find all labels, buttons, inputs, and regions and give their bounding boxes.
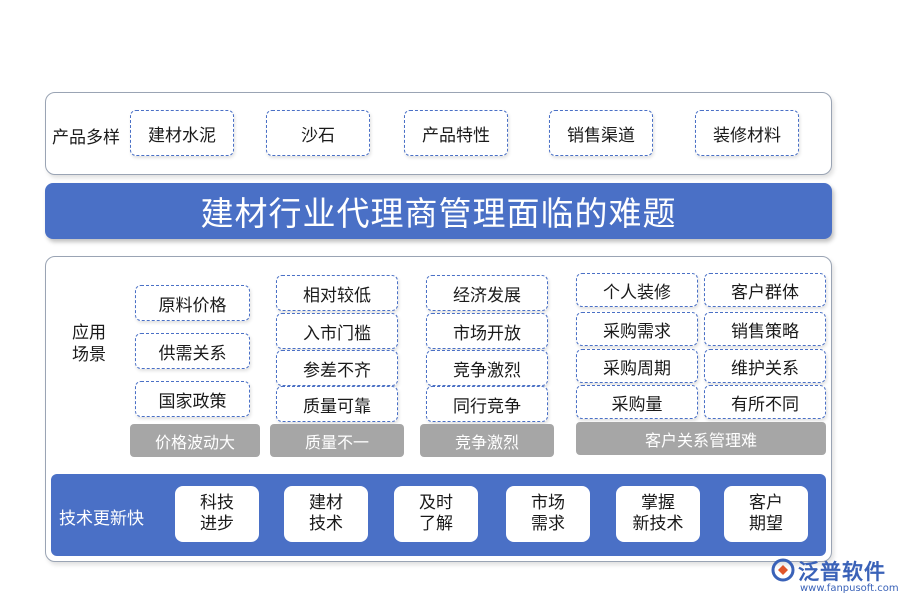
tech-item: 市场 需求	[506, 486, 590, 542]
tech-item-line1: 科技	[200, 493, 234, 513]
scenario-item: 竞争激烈	[426, 350, 548, 386]
logo-url: www.fanpusoft.com	[800, 583, 899, 594]
product-item: 装修材料	[695, 110, 799, 156]
category-quality-inconsistent: 质量不一	[270, 424, 404, 457]
tech-item: 科技 进步	[175, 486, 259, 542]
tech-item-line2: 期望	[749, 514, 783, 534]
scenario-item: 质量可靠	[276, 386, 398, 422]
tech-item: 掌握 新技术	[616, 486, 700, 542]
category-customer-relationship: 客户关系管理难	[576, 422, 826, 455]
product-diversity-label: 产品多样	[52, 128, 120, 148]
fanpu-logo: 泛普软件 www.fanpusoft.com	[770, 556, 899, 598]
tech-item-line2: 进步	[200, 514, 234, 534]
scenario-label-line1: 应用	[72, 323, 106, 343]
product-item: 建材水泥	[130, 110, 234, 156]
product-diversity-panel: 产品多样 建材水泥 沙石 产品特性 销售渠道 装修材料	[45, 92, 832, 175]
scenario-item: 客户群体	[704, 273, 826, 307]
tech-item-line2: 技术	[309, 514, 343, 534]
tech-item-line1: 客户	[749, 493, 783, 513]
tech-item-line2: 需求	[531, 514, 565, 534]
scenario-item: 参差不齐	[276, 350, 398, 386]
scenario-label: 应用 场景	[72, 322, 106, 366]
tech-item-line1: 及时	[419, 493, 453, 513]
scenario-item: 供需关系	[135, 333, 250, 369]
scenario-item: 采购需求	[576, 312, 698, 346]
scenario-item: 国家政策	[135, 381, 250, 417]
tech-update-label: 技术更新快	[59, 509, 144, 529]
scenario-item: 入市门槛	[276, 313, 398, 349]
tech-update-bar: 技术更新快 科技 进步 建材 技术 及时 了解 市场 需求 掌握 新技术 客户 …	[51, 474, 826, 556]
tech-item: 建材 技术	[284, 486, 368, 542]
scenario-item: 有所不同	[704, 385, 826, 419]
scenario-item: 原料价格	[135, 285, 250, 321]
scenario-item: 同行竞争	[426, 386, 548, 422]
category-price-fluctuation: 价格波动大	[130, 424, 260, 457]
category-fierce-competition: 竞争激烈	[420, 424, 554, 457]
main-title-banner: 建材行业代理商管理面临的难题	[45, 183, 832, 239]
scenario-item: 经济发展	[426, 275, 548, 311]
tech-item-line1: 建材	[309, 493, 343, 513]
tech-item-line2: 了解	[419, 514, 453, 534]
product-item: 沙石	[266, 110, 370, 156]
scenario-item: 维护关系	[704, 349, 826, 383]
tech-item-line2: 新技术	[632, 514, 684, 534]
fanpu-logo-icon	[771, 558, 795, 582]
scenario-item: 个人装修	[576, 273, 698, 307]
product-item: 产品特性	[404, 110, 508, 156]
scenario-item: 销售策略	[704, 312, 826, 346]
scenario-item: 采购量	[576, 385, 698, 419]
tech-item: 客户 期望	[724, 486, 808, 542]
logo-name: 泛普软件	[798, 560, 886, 584]
tech-item: 及时 了解	[394, 486, 478, 542]
scenario-item: 采购周期	[576, 349, 698, 383]
scenario-item: 相对较低	[276, 275, 398, 311]
scenario-item: 市场开放	[426, 313, 548, 349]
tech-item-line1: 市场	[531, 493, 565, 513]
product-item: 销售渠道	[549, 110, 653, 156]
scenario-label-line2: 场景	[72, 345, 106, 365]
tech-item-line1: 掌握	[641, 493, 675, 513]
